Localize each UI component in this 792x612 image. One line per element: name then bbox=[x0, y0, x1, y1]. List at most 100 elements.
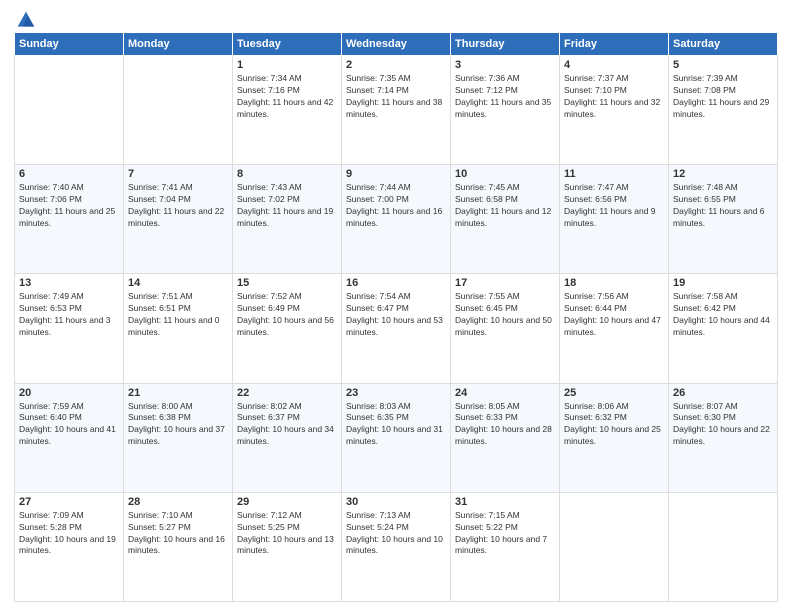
calendar-day-cell: 16 Sunrise: 7:54 AMSunset: 6:47 PMDayligh… bbox=[342, 274, 451, 383]
calendar-day-header: Tuesday bbox=[233, 33, 342, 56]
calendar-day-cell: 12Sunrise: 7:48 AMSunset: 6:55 PMDayligh… bbox=[669, 165, 778, 274]
logo-icon bbox=[16, 10, 36, 30]
day-info: Sunrise: 7:43 AMSunset: 7:02 PMDaylight:… bbox=[237, 182, 337, 230]
calendar-day-header: Friday bbox=[560, 33, 669, 56]
calendar-day-cell: 14Sunrise: 7:51 AMSunset: 6:51 PMDayligh… bbox=[124, 274, 233, 383]
day-info: Sunrise: 8:03 AMSunset: 6:35 PMDaylight:… bbox=[346, 401, 446, 449]
day-info: Sunrise: 7:37 AMSunset: 7:10 PMDaylight:… bbox=[564, 73, 664, 121]
calendar-day-cell: 26 Sunrise: 8:07 AMSunset: 6:30 PMDayligh… bbox=[669, 383, 778, 492]
calendar-day-cell: 1Sunrise: 7:34 AMSunset: 7:16 PMDaylight… bbox=[233, 56, 342, 165]
day-info: Sunrise: 7:47 AMSunset: 6:56 PMDaylight:… bbox=[564, 182, 664, 230]
day-info: Sunrise: 7:35 AMSunset: 7:14 PMDaylight:… bbox=[346, 73, 446, 121]
day-info: Sunrise: 7:54 AMSunset: 6:47 PMDaylight:… bbox=[346, 291, 446, 339]
calendar-day-cell: 10 Sunrise: 7:45 AMSunset: 6:58 PMDayligh… bbox=[451, 165, 560, 274]
day-number: 14 bbox=[128, 277, 228, 289]
calendar-day-cell: 17Sunrise: 7:55 AMSunset: 6:45 PMDayligh… bbox=[451, 274, 560, 383]
calendar-day-cell: 19 Sunrise: 7:58 AMSunset: 6:42 PMDayligh… bbox=[669, 274, 778, 383]
calendar-week-row: 13 Sunrise: 7:49 AMSunset: 6:53 PMDayligh… bbox=[15, 274, 778, 383]
calendar-day-cell: 29 Sunrise: 7:12 AMSunset: 5:25 PMDayligh… bbox=[233, 492, 342, 601]
calendar-day-cell bbox=[669, 492, 778, 601]
calendar-day-cell bbox=[124, 56, 233, 165]
day-number: 12 bbox=[673, 168, 773, 180]
day-number: 15 bbox=[237, 277, 337, 289]
day-info: Sunrise: 7:36 AMSunset: 7:12 PMDaylight:… bbox=[455, 73, 555, 121]
day-number: 29 bbox=[237, 496, 337, 508]
calendar-day-cell: 11Sunrise: 7:47 AMSunset: 6:56 PMDayligh… bbox=[560, 165, 669, 274]
calendar-week-row: 1Sunrise: 7:34 AMSunset: 7:16 PMDaylight… bbox=[15, 56, 778, 165]
logo bbox=[14, 10, 36, 26]
day-number: 23 bbox=[346, 387, 446, 399]
day-info: Sunrise: 7:12 AMSunset: 5:25 PMDaylight:… bbox=[237, 510, 337, 558]
calendar-day-cell: 2 Sunrise: 7:35 AMSunset: 7:14 PMDaylight… bbox=[342, 56, 451, 165]
day-info: Sunrise: 7:15 AMSunset: 5:22 PMDaylight:… bbox=[455, 510, 555, 558]
calendar-day-cell: 28 Sunrise: 7:10 AMSunset: 5:27 PMDayligh… bbox=[124, 492, 233, 601]
day-number: 10 bbox=[455, 168, 555, 180]
day-info: Sunrise: 7:13 AMSunset: 5:24 PMDaylight:… bbox=[346, 510, 446, 558]
calendar-day-header: Sunday bbox=[15, 33, 124, 56]
header bbox=[14, 10, 778, 26]
day-info: Sunrise: 7:59 AMSunset: 6:40 PMDaylight:… bbox=[19, 401, 119, 449]
day-info: Sunrise: 7:58 AMSunset: 6:42 PMDaylight:… bbox=[673, 291, 773, 339]
calendar-day-cell: 24Sunrise: 8:05 AMSunset: 6:33 PMDayligh… bbox=[451, 383, 560, 492]
day-info: Sunrise: 8:02 AMSunset: 6:37 PMDaylight:… bbox=[237, 401, 337, 449]
calendar-day-cell: 6 Sunrise: 7:40 AMSunset: 7:06 PMDaylight… bbox=[15, 165, 124, 274]
day-number: 5 bbox=[673, 59, 773, 71]
calendar-day-cell: 22Sunrise: 8:02 AMSunset: 6:37 PMDayligh… bbox=[233, 383, 342, 492]
calendar-week-row: 20 Sunrise: 7:59 AMSunset: 6:40 PMDayligh… bbox=[15, 383, 778, 492]
calendar-day-cell: 21 Sunrise: 8:00 AMSunset: 6:38 PMDayligh… bbox=[124, 383, 233, 492]
calendar-day-cell bbox=[560, 492, 669, 601]
calendar-day-cell: 9 Sunrise: 7:44 AMSunset: 7:00 PMDaylight… bbox=[342, 165, 451, 274]
calendar-day-cell: 4 Sunrise: 7:37 AMSunset: 7:10 PMDaylight… bbox=[560, 56, 669, 165]
page: SundayMondayTuesdayWednesdayThursdayFrid… bbox=[0, 0, 792, 612]
day-number: 26 bbox=[673, 387, 773, 399]
calendar-week-row: 6 Sunrise: 7:40 AMSunset: 7:06 PMDaylight… bbox=[15, 165, 778, 274]
calendar-week-row: 27Sunrise: 7:09 AMSunset: 5:28 PMDayligh… bbox=[15, 492, 778, 601]
day-number: 9 bbox=[346, 168, 446, 180]
day-info: Sunrise: 7:40 AMSunset: 7:06 PMDaylight:… bbox=[19, 182, 119, 230]
day-info: Sunrise: 7:39 AMSunset: 7:08 PMDaylight:… bbox=[673, 73, 773, 121]
day-number: 28 bbox=[128, 496, 228, 508]
calendar-day-cell: 31 Sunrise: 7:15 AMSunset: 5:22 PMDayligh… bbox=[451, 492, 560, 601]
calendar-table: SundayMondayTuesdayWednesdayThursdayFrid… bbox=[14, 32, 778, 602]
day-info: Sunrise: 8:06 AMSunset: 6:32 PMDaylight:… bbox=[564, 401, 664, 449]
calendar-day-cell: 20 Sunrise: 7:59 AMSunset: 6:40 PMDayligh… bbox=[15, 383, 124, 492]
day-number: 3 bbox=[455, 59, 555, 71]
calendar-day-cell: 5 Sunrise: 7:39 AMSunset: 7:08 PMDaylight… bbox=[669, 56, 778, 165]
day-number: 19 bbox=[673, 277, 773, 289]
day-number: 4 bbox=[564, 59, 664, 71]
calendar-day-cell: 27Sunrise: 7:09 AMSunset: 5:28 PMDayligh… bbox=[15, 492, 124, 601]
day-info: Sunrise: 8:07 AMSunset: 6:30 PMDaylight:… bbox=[673, 401, 773, 449]
day-info: Sunrise: 7:10 AMSunset: 5:27 PMDaylight:… bbox=[128, 510, 228, 558]
day-number: 16 bbox=[346, 277, 446, 289]
day-info: Sunrise: 7:56 AMSunset: 6:44 PMDaylight:… bbox=[564, 291, 664, 339]
calendar-day-header: Saturday bbox=[669, 33, 778, 56]
day-info: Sunrise: 7:44 AMSunset: 7:00 PMDaylight:… bbox=[346, 182, 446, 230]
calendar-day-cell: 30Sunrise: 7:13 AMSunset: 5:24 PMDayligh… bbox=[342, 492, 451, 601]
day-number: 25 bbox=[564, 387, 664, 399]
day-number: 2 bbox=[346, 59, 446, 71]
day-info: Sunrise: 7:45 AMSunset: 6:58 PMDaylight:… bbox=[455, 182, 555, 230]
day-number: 7 bbox=[128, 168, 228, 180]
day-info: Sunrise: 7:34 AMSunset: 7:16 PMDaylight:… bbox=[237, 73, 337, 121]
day-number: 20 bbox=[19, 387, 119, 399]
day-number: 13 bbox=[19, 277, 119, 289]
calendar-day-cell: 25 Sunrise: 8:06 AMSunset: 6:32 PMDayligh… bbox=[560, 383, 669, 492]
day-number: 18 bbox=[564, 277, 664, 289]
calendar-day-header: Wednesday bbox=[342, 33, 451, 56]
calendar-header-row: SundayMondayTuesdayWednesdayThursdayFrid… bbox=[15, 33, 778, 56]
day-info: Sunrise: 7:55 AMSunset: 6:45 PMDaylight:… bbox=[455, 291, 555, 339]
day-number: 6 bbox=[19, 168, 119, 180]
calendar-day-cell: 15 Sunrise: 7:52 AMSunset: 6:49 PMDayligh… bbox=[233, 274, 342, 383]
calendar-day-cell: 13 Sunrise: 7:49 AMSunset: 6:53 PMDayligh… bbox=[15, 274, 124, 383]
calendar-day-header: Thursday bbox=[451, 33, 560, 56]
day-number: 27 bbox=[19, 496, 119, 508]
calendar-day-cell: 8Sunrise: 7:43 AMSunset: 7:02 PMDaylight… bbox=[233, 165, 342, 274]
calendar-day-cell: 3 Sunrise: 7:36 AMSunset: 7:12 PMDaylight… bbox=[451, 56, 560, 165]
day-info: Sunrise: 8:00 AMSunset: 6:38 PMDaylight:… bbox=[128, 401, 228, 449]
day-number: 21 bbox=[128, 387, 228, 399]
day-info: Sunrise: 7:49 AMSunset: 6:53 PMDaylight:… bbox=[19, 291, 119, 339]
day-info: Sunrise: 7:52 AMSunset: 6:49 PMDaylight:… bbox=[237, 291, 337, 339]
day-info: Sunrise: 7:41 AMSunset: 7:04 PMDaylight:… bbox=[128, 182, 228, 230]
calendar-day-cell bbox=[15, 56, 124, 165]
day-number: 31 bbox=[455, 496, 555, 508]
